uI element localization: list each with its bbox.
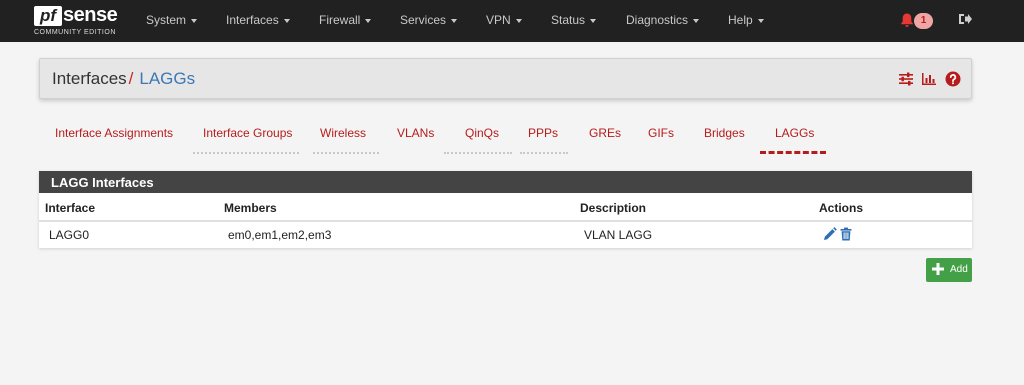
lagg-interfaces-panel: LAGG Interfaces Interface Members Descri… [39,171,972,248]
tab-ppps[interactable]: PPPs [528,126,558,140]
column-header-members[interactable]: Members [224,201,277,215]
chevron-down-icon [590,18,597,23]
nav-services[interactable]: Services [400,13,458,27]
tab-gres[interactable]: GREs [589,126,621,140]
plus-icon [932,263,944,275]
top-navbar: pf sense COMMUNITY EDITION System Interf… [0,0,1024,42]
nav-system-label: System [146,13,187,27]
column-header-actions: Actions [819,201,864,215]
logo-edition: COMMUNITY EDITION [34,29,116,36]
nav-vpn-label: VPN [486,13,511,27]
cell-members: em0,em1,em2,em3 [228,228,332,242]
tab-wireless[interactable]: Wireless [320,126,366,140]
nav-interfaces-label: Interfaces [226,13,279,27]
bar-chart-icon[interactable] [921,71,937,87]
nav-firewall[interactable]: Firewall [319,13,372,27]
tab-divider [313,152,379,154]
tab-interface-groups[interactable]: Interface Groups [203,126,292,140]
tab-qinqs[interactable]: QinQs [465,126,499,140]
tab-bridges[interactable]: Bridges [704,126,745,140]
breadcrumb-current[interactable]: LAGGs [139,69,195,88]
logout-icon[interactable] [957,11,973,27]
breadcrumb-parent[interactable]: Interfaces [52,69,127,88]
tab-divider [193,152,299,154]
chevron-down-icon [693,18,700,23]
nav-system[interactable]: System [146,13,198,27]
panel-title: LAGG Interfaces [39,171,972,193]
trash-icon[interactable] [839,227,853,241]
help-icon[interactable] [945,71,961,87]
table-header-divider [39,220,972,222]
nav-diagnostics[interactable]: Diagnostics [626,13,700,27]
chevron-down-icon [757,18,764,23]
active-tab-indicator [760,151,826,154]
nav-services-label: Services [400,13,447,27]
tab-gifs[interactable]: GIFs [648,126,674,140]
tab-vlans[interactable]: VLANs [397,126,434,140]
logo-pf: pf [34,6,62,26]
chevron-down-icon [515,18,522,23]
chevron-down-icon [451,18,458,23]
column-header-description[interactable]: Description [580,201,646,215]
chevron-down-icon [283,18,290,23]
bell-icon[interactable] [899,12,915,28]
nav-interfaces[interactable]: Interfaces [226,13,290,27]
chevron-down-icon [191,18,198,23]
nav-status-label: Status [551,13,586,27]
pencil-icon[interactable] [823,227,837,241]
nav-help-label: Help [728,13,753,27]
pfsense-logo[interactable]: pf sense COMMUNITY EDITION [34,4,126,40]
tab-laggs[interactable]: LAGGs [775,126,814,140]
notification-badge[interactable]: 1 [914,13,933,29]
add-button[interactable]: Add [926,258,972,282]
nav-firewall-label: Firewall [319,13,361,27]
column-header-interface[interactable]: Interface [45,201,95,215]
logo-sense: sense [63,4,118,26]
tab-divider [520,152,568,154]
tab-divider [444,152,512,154]
breadcrumb-separator: / [128,69,134,88]
nav-diagnostics-label: Diagnostics [626,13,689,27]
breadcrumb-panel: Interfaces / LAGGs [39,58,972,99]
add-button-label: Add [950,264,968,275]
nav-help[interactable]: Help [728,13,764,27]
breadcrumb: Interfaces / LAGGs [52,69,195,89]
cell-interface: LAGG0 [49,228,90,242]
chevron-down-icon [365,18,372,23]
cell-description: VLAN LAGG [584,228,653,242]
nav-status[interactable]: Status [551,13,597,27]
tab-interface-assignments[interactable]: Interface Assignments [55,126,173,140]
sliders-icon[interactable] [898,71,914,87]
nav-vpn[interactable]: VPN [486,13,522,27]
